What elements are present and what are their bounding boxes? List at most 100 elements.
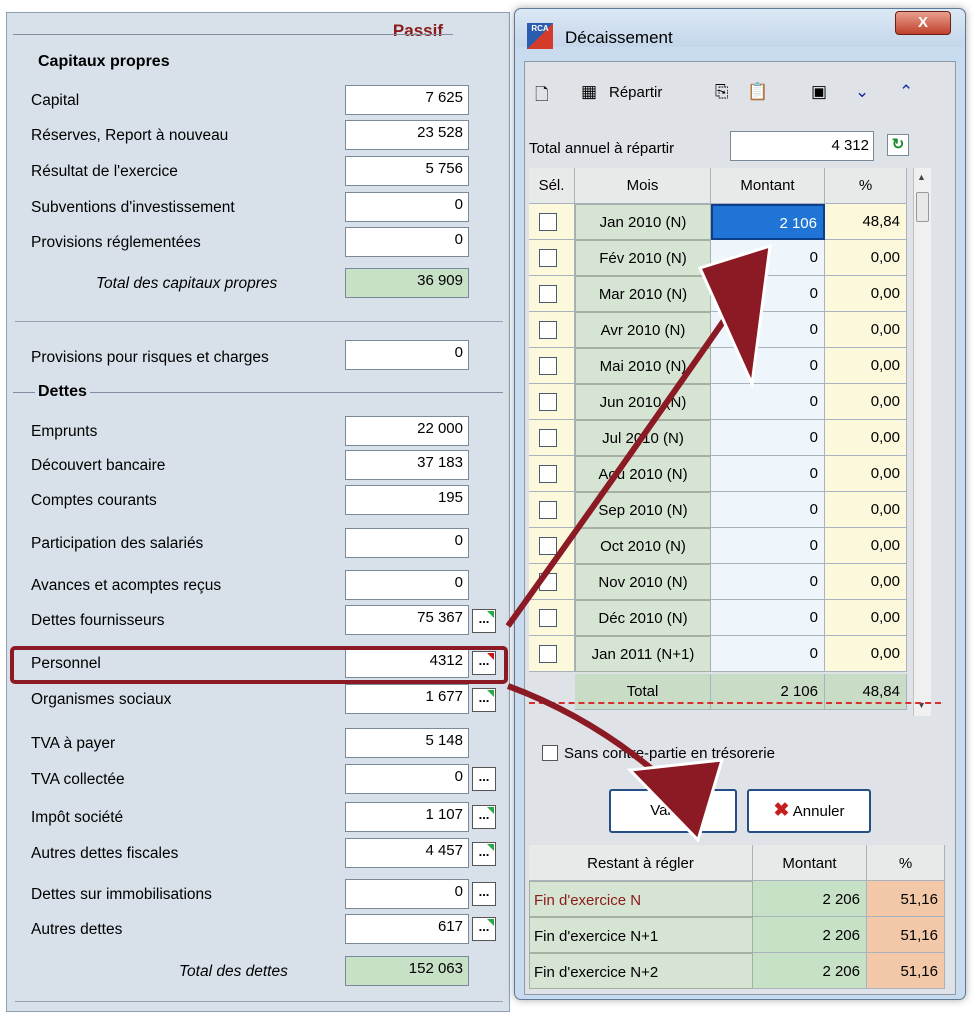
montant-cell[interactable]: 0 — [711, 240, 825, 276]
close-button[interactable]: X — [895, 11, 951, 35]
autres-fiscales-detail-button[interactable]: ... — [472, 842, 496, 866]
pct-cell[interactable]: 48,84 — [825, 204, 907, 240]
pct-cell[interactable]: 0,00 — [825, 240, 907, 276]
row-checkbox[interactable] — [539, 609, 557, 627]
valider-button[interactable]: Valider — [609, 789, 737, 833]
provisions-risques-field[interactable]: 0 — [345, 340, 469, 370]
row-checkbox[interactable] — [539, 573, 557, 591]
capital-field[interactable]: 7 625 — [345, 85, 469, 115]
row-checkbox[interactable] — [539, 393, 557, 411]
pct-cell[interactable]: 0,00 — [825, 456, 907, 492]
montant-cell[interactable]: 0 — [711, 600, 825, 636]
scroll-up-icon[interactable]: ▲ — [917, 172, 926, 182]
month-button[interactable]: Avr 2010 (N) — [575, 312, 711, 348]
vertical-scrollbar[interactable]: ▲ ▼ — [913, 168, 931, 716]
pct-cell[interactable]: 0,00 — [825, 348, 907, 384]
total-annuel-field[interactable]: 4 312 — [730, 131, 874, 161]
pct-cell[interactable]: 0,00 — [825, 636, 907, 672]
cancel-x-icon: ✖ — [773, 800, 790, 821]
sans-contrepartie-checkbox[interactable] — [542, 745, 558, 761]
decouvert-field[interactable]: 37 183 — [345, 450, 469, 480]
pct-cell[interactable]: 0,00 — [825, 420, 907, 456]
row-checkbox[interactable] — [539, 429, 557, 447]
pct-cell[interactable]: 0,00 — [825, 312, 907, 348]
month-button[interactable]: Mai 2010 (N) — [575, 348, 711, 384]
montant-cell[interactable]: 0 — [711, 276, 825, 312]
month-button[interactable]: Déc 2010 (N) — [575, 600, 711, 636]
provisions-reglementees-field[interactable]: 0 — [345, 227, 469, 257]
montant-cell[interactable]: 0 — [711, 564, 825, 600]
row-checkbox[interactable] — [539, 285, 557, 303]
emprunts-field[interactable]: 22 000 — [345, 416, 469, 446]
pct-cell[interactable]: 0,00 — [825, 600, 907, 636]
copy-icon[interactable]: ⎘ — [715, 82, 729, 102]
chevron-down-icon[interactable]: ⌄ — [855, 82, 869, 102]
annuler-button[interactable]: ✖ Annuler — [747, 789, 871, 833]
restant-col-label: Restant à régler — [529, 845, 753, 881]
autres-dettes-field[interactable]: 617 — [345, 914, 469, 944]
month-button[interactable]: Sep 2010 (N) — [575, 492, 711, 528]
month-button[interactable]: Oct 2010 (N) — [575, 528, 711, 564]
montant-cell[interactable]: 0 — [711, 456, 825, 492]
row-checkbox[interactable] — [539, 357, 557, 375]
resultat-field[interactable]: 5 756 — [345, 156, 469, 186]
row-checkbox[interactable] — [539, 213, 557, 231]
impot-detail-button[interactable]: ... — [472, 805, 496, 829]
immobilisations-detail-button[interactable]: ... — [472, 882, 496, 906]
subventions-field[interactable]: 0 — [345, 192, 469, 222]
participation-field[interactable]: 0 — [345, 528, 469, 558]
pct-cell[interactable]: 0,00 — [825, 276, 907, 312]
montant-cell[interactable]: 0 — [711, 492, 825, 528]
chevron-up-icon[interactable]: ⌃ — [899, 82, 913, 102]
paste-icon[interactable]: 📋 — [747, 82, 768, 102]
pct-cell[interactable]: 0,00 — [825, 492, 907, 528]
impot-field[interactable]: 1 107 — [345, 802, 469, 832]
row-checkbox[interactable] — [539, 645, 557, 663]
montant-cell[interactable]: 0 — [711, 348, 825, 384]
month-button[interactable]: Nov 2010 (N) — [575, 564, 711, 600]
organismes-field[interactable]: 1 677 — [345, 684, 469, 714]
row-checkbox[interactable] — [539, 465, 557, 483]
month-button[interactable]: Jan 2010 (N) — [575, 204, 711, 240]
month-button[interactable]: Jun 2010 (N) — [575, 384, 711, 420]
reserves-field[interactable]: 23 528 — [345, 120, 469, 150]
row-checkbox[interactable] — [539, 501, 557, 519]
tva-payer-field[interactable]: 5 148 — [345, 728, 469, 758]
montant-cell[interactable]: 0 — [711, 312, 825, 348]
dettes-group-label: Dettes — [35, 383, 90, 401]
pct-cell[interactable]: 0,00 — [825, 384, 907, 420]
row-checkbox[interactable] — [539, 537, 557, 555]
month-button[interactable]: Aoû 2010 (N) — [575, 456, 711, 492]
save-icon[interactable]: ▣ — [811, 82, 827, 102]
autres-fiscales-field[interactable]: 4 457 — [345, 838, 469, 868]
month-button[interactable]: Mar 2010 (N) — [575, 276, 711, 312]
tva-collectee-field[interactable]: 0 — [345, 764, 469, 794]
month-button[interactable]: Fév 2010 (N) — [575, 240, 711, 276]
calculator-icon[interactable]: ▦ — [581, 82, 597, 102]
organismes-detail-button[interactable]: ... — [472, 688, 496, 712]
month-button[interactable]: Jan 2011 (N+1) — [575, 636, 711, 672]
scroll-thumb[interactable] — [916, 192, 929, 222]
fournisseurs-field[interactable]: 75 367 — [345, 605, 469, 635]
new-document-icon[interactable]: 🗋 — [535, 82, 549, 111]
tva-collectee-detail-button[interactable]: ... — [472, 767, 496, 791]
row-checkbox[interactable] — [539, 321, 557, 339]
avances-field[interactable]: 0 — [345, 570, 469, 600]
fournisseurs-detail-button[interactable]: ... — [472, 609, 496, 633]
montant-cell[interactable]: 0 — [711, 528, 825, 564]
comptes-courants-field[interactable]: 195 — [345, 485, 469, 515]
participation-label: Participation des salariés — [31, 535, 204, 552]
sans-contrepartie-row[interactable]: Sans contre-partie en trésorerie — [542, 745, 775, 762]
refresh-icon[interactable]: ↻ — [887, 134, 909, 156]
montant-cell[interactable]: 2 106 — [711, 204, 825, 240]
immobilisations-field[interactable]: 0 — [345, 879, 469, 909]
month-button[interactable]: Jul 2010 (N) — [575, 420, 711, 456]
montant-cell[interactable]: 0 — [711, 636, 825, 672]
montant-cell[interactable]: 0 — [711, 384, 825, 420]
autres-dettes-detail-button[interactable]: ... — [472, 917, 496, 941]
pct-cell[interactable]: 0,00 — [825, 528, 907, 564]
pct-cell[interactable]: 0,00 — [825, 564, 907, 600]
row-checkbox[interactable] — [539, 249, 557, 267]
repartir-button[interactable]: Répartir — [609, 84, 662, 101]
montant-cell[interactable]: 0 — [711, 420, 825, 456]
